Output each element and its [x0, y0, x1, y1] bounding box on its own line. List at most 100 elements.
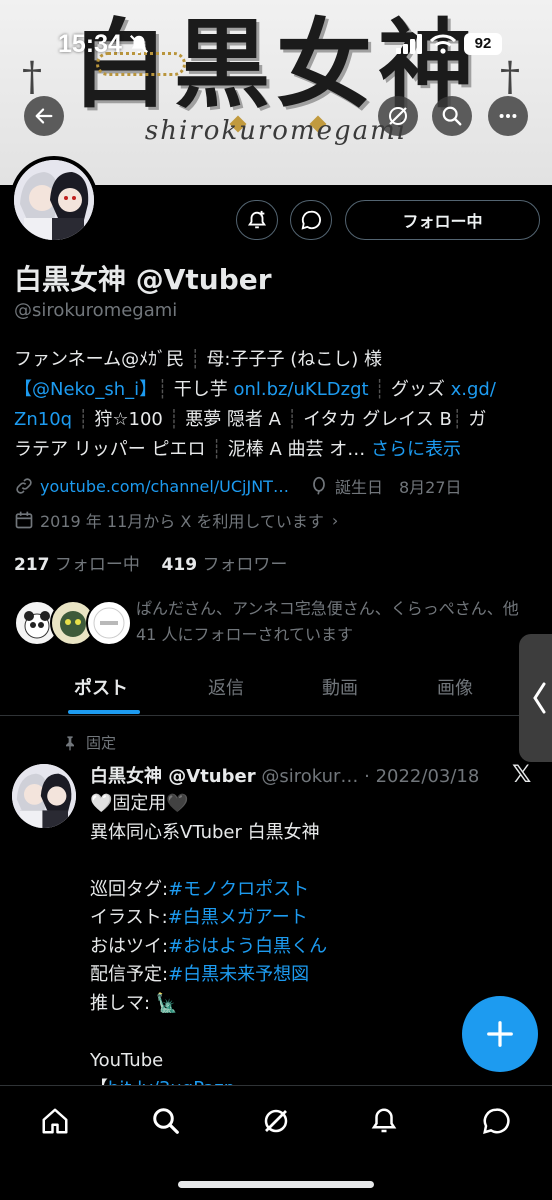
- avatar-illustration: [12, 764, 76, 828]
- bell-plus-icon: [247, 210, 267, 229]
- bell-icon: [371, 1108, 397, 1133]
- profile-avatar[interactable]: [10, 156, 98, 244]
- post-handle-date: @sirokur… · 2022/03/18: [261, 766, 480, 787]
- message-button[interactable]: [290, 200, 332, 240]
- message-icon: [301, 210, 321, 230]
- search-icon: [442, 106, 462, 126]
- bio-text: 泥棒 A 曲芸 オ…: [227, 439, 366, 460]
- cellular-signal-icon: [396, 34, 422, 54]
- bio-text: ガ: [468, 409, 487, 430]
- post-text: 🤍固定用🖤 異体同心系VTuber 白黒女神 巡回タグ:#モノクロポスト イラス…: [90, 790, 530, 1104]
- hashtag-link[interactable]: #モノクロポスト: [168, 879, 309, 900]
- active-tab-indicator: [68, 710, 140, 714]
- followers-label: フォロワー: [202, 555, 288, 575]
- display-name: 白黒女神 @Vtuber: [14, 263, 272, 296]
- plus-icon: [487, 1021, 513, 1047]
- pin-icon: [66, 735, 74, 750]
- search-button[interactable]: [432, 96, 472, 136]
- user-handle: @sirokuromegami: [14, 300, 178, 321]
- wifi-icon: [430, 34, 456, 54]
- more-button[interactable]: [488, 96, 528, 136]
- post-author-avatar[interactable]: [12, 764, 76, 828]
- chevron-right-icon: ›: [331, 510, 339, 530]
- post-line: おはツイ:#おはよう白黒くん: [90, 935, 328, 957]
- banner-title: 白黒女神: [72, 8, 480, 121]
- following-button[interactable]: フォロー中: [345, 200, 540, 240]
- bio-text: イタカ グレイス B: [303, 409, 452, 430]
- goods-link[interactable]: x.gd/: [451, 379, 496, 400]
- status-bar: 15:34 92: [0, 28, 552, 64]
- post-header: 白黒女神 @Vtuber @sirokur… · 2022/03/18: [90, 762, 510, 788]
- back-button[interactable]: [24, 96, 64, 136]
- bio-text: 干し芋: [173, 379, 234, 400]
- nav-grok[interactable]: [259, 1104, 293, 1138]
- compose-post-button[interactable]: [462, 996, 538, 1072]
- hashtag-link[interactable]: #白黒メガアート: [168, 907, 308, 928]
- chevron-left-icon: [533, 682, 546, 714]
- nav-search[interactable]: [149, 1104, 183, 1138]
- following-link[interactable]: 217 フォロー中: [14, 555, 140, 575]
- bio-text: ラテア リッパー ピエロ: [14, 439, 206, 460]
- followers-you-know[interactable]: ぱんださん、アンネコ宅急便さん、くらっぺさん、他 41 人にフォローされています: [14, 596, 544, 652]
- post-line: 推しマ: 🗽: [90, 992, 179, 1014]
- following-count: 217: [14, 555, 50, 575]
- post-line: 異体同心系VTuber 白黒女神: [90, 821, 320, 843]
- birthday: 誕生日 8月27日: [334, 478, 462, 497]
- followers-link[interactable]: 419 フォロワー: [162, 555, 288, 575]
- tab-posts[interactable]: ポスト: [74, 674, 128, 700]
- back-arrow-icon: [35, 108, 53, 124]
- side-panel-handle[interactable]: [519, 634, 552, 762]
- notification-button[interactable]: [236, 200, 278, 240]
- bio-url-link[interactable]: onl.bz/uKLDzgt: [233, 379, 368, 400]
- tab-videos[interactable]: 動画: [322, 674, 358, 700]
- nav-home[interactable]: [38, 1104, 72, 1138]
- search-icon: [153, 1108, 179, 1134]
- followers-count: 419: [161, 555, 198, 575]
- link-icon: [16, 478, 32, 494]
- post-line: 🤍固定用🖤: [90, 793, 189, 814]
- website-link[interactable]: youtube.com/channel/UCjJNT…: [40, 477, 289, 496]
- post-line: 巡回タグ:#モノクロポスト: [90, 878, 310, 900]
- clock: 15:34: [58, 30, 122, 58]
- home-icon: [42, 1108, 68, 1134]
- post-line: イラスト:#白黒メガアート: [90, 907, 308, 928]
- pinned-label: 固定: [62, 732, 116, 753]
- hashtag-link[interactable]: #おはよう白黒くん: [168, 936, 327, 957]
- profile-meta-row: youtube.com/channel/UCjJNT… 誕生日 8月27日: [14, 474, 462, 498]
- profile-tabs: ポスト 返信 動画 画像: [0, 662, 552, 716]
- nav-messages[interactable]: [479, 1104, 513, 1138]
- post-line: YouTube: [90, 1049, 164, 1071]
- show-more-link[interactable]: さらに表示: [371, 439, 461, 460]
- more-icon: [499, 113, 517, 119]
- x-logo-icon: 𝕏: [512, 760, 532, 788]
- hashtag-link[interactable]: #白黒未来予想図: [168, 964, 309, 985]
- nav-notifications[interactable]: [367, 1104, 401, 1138]
- avatar-illustration: [14, 160, 94, 240]
- grok-icon: [389, 107, 407, 125]
- follower-avatar: [86, 600, 132, 646]
- followed-by-text: ぱんださん、アンネコ宅急便さん、くらっぺさん、他 41 人にフォローされています: [136, 599, 519, 644]
- pinned-text: 固定: [86, 734, 117, 752]
- mention-link[interactable]: 【@Neko_sh_i】: [14, 379, 157, 400]
- balloon-icon: [313, 476, 325, 495]
- follow-counts: 217 フォロー中 419 フォロワー: [14, 550, 287, 575]
- post-line: [90, 847, 530, 876]
- silent-mode-icon: [129, 34, 149, 54]
- goods-link[interactable]: Zn10q: [14, 409, 72, 430]
- home-indicator[interactable]: [178, 1181, 374, 1188]
- bio-text: ファンネーム@ﾒｶﾞ民: [14, 349, 185, 370]
- post-line: 配信予定:#白黒未来予想図: [90, 964, 310, 985]
- bio-text: グッズ: [390, 379, 451, 400]
- tab-images[interactable]: 画像: [437, 674, 473, 700]
- tab-replies[interactable]: 返信: [208, 674, 244, 700]
- joined-date: 2019 年 11月から X を利用しています: [40, 512, 324, 531]
- following-label: フォロー中: [54, 555, 140, 575]
- calendar-icon: [15, 511, 33, 529]
- grok-icon: [264, 1109, 288, 1133]
- bio-text: 母:子子子 (ねこし) 様: [206, 349, 382, 370]
- grok-button[interactable]: [378, 96, 418, 136]
- battery-indicator: 92: [464, 33, 502, 55]
- joined-row[interactable]: 2019 年 11月から X を利用しています ›: [14, 508, 338, 532]
- message-icon: [483, 1108, 510, 1135]
- post-author-name[interactable]: 白黒女神 @Vtuber: [90, 766, 256, 787]
